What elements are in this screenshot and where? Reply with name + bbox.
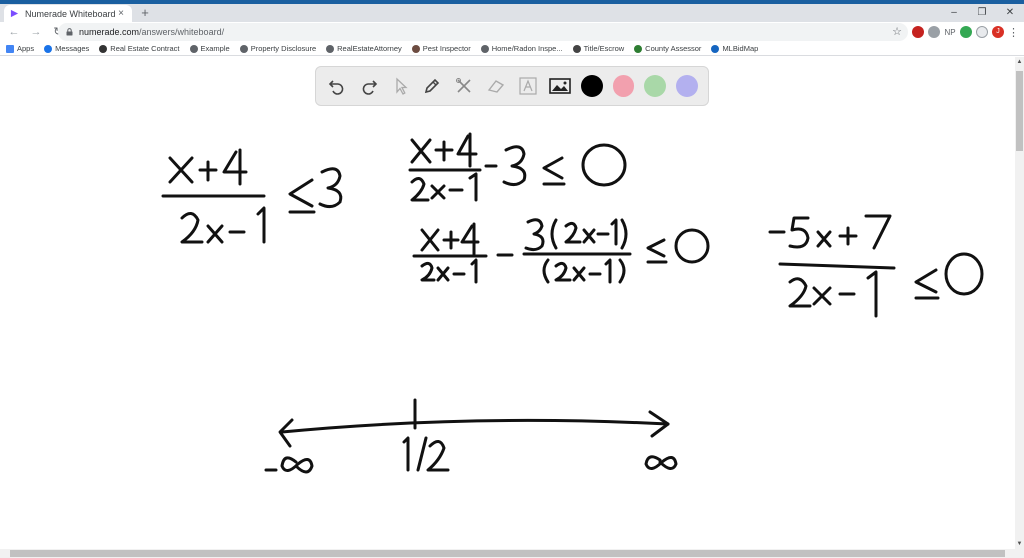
inequality-original: [161, 148, 343, 244]
browser-window: Numerade Whiteboard × + – ❐ ✕ ← → ↻ nume…: [0, 0, 1024, 558]
vertical-scrollbar[interactable]: ▲ ▼: [1015, 57, 1024, 549]
inequality-step-2: [412, 218, 710, 284]
handwritten-math: [161, 132, 984, 474]
inequality-step-1: [408, 132, 627, 202]
inequality-simplified: [768, 214, 984, 318]
horizontal-scrollbar[interactable]: [0, 549, 1024, 558]
horizontal-scroll-thumb[interactable]: [10, 550, 1005, 557]
number-line: [264, 398, 678, 474]
scroll-down-arrow-icon[interactable]: ▼: [1015, 541, 1024, 547]
scroll-up-arrow-icon[interactable]: ▲: [1015, 59, 1024, 65]
vertical-scroll-thumb[interactable]: [1016, 71, 1023, 151]
